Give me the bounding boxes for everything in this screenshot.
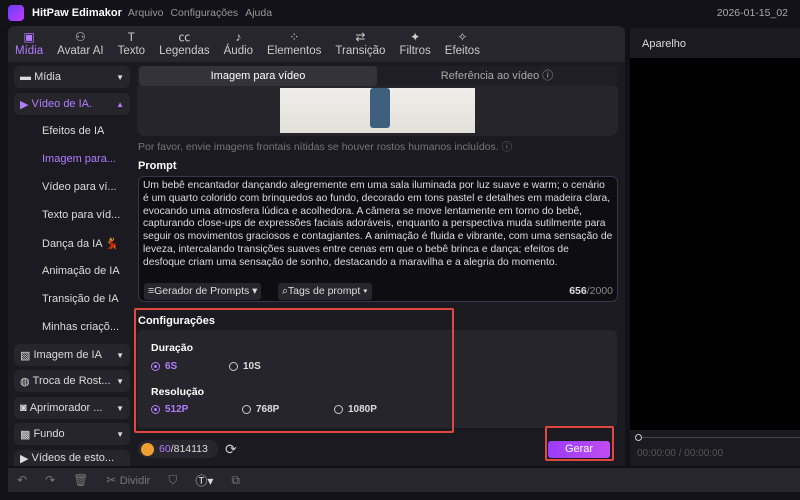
elements-icon: ⁘ (289, 30, 300, 44)
filters-icon: ✦ (410, 30, 421, 44)
credits-total: /814113 (170, 443, 208, 455)
sidebar: ▬ Mídia ▼ ▶ Vídeo de IA. ▲ Efeitos de IA I… (8, 62, 130, 466)
sidebar-item-image-to-video[interactable]: Imagem para... (42, 153, 116, 165)
text-icon: T (127, 30, 136, 44)
enhancer-icon: ◙ (20, 402, 30, 414)
sidebar-item-my-creations[interactable]: Minhas criaçõ... (42, 321, 119, 333)
background-icon: ▩ (20, 428, 34, 441)
menu-arquivo[interactable]: Arquivo (128, 7, 164, 19)
chevron-down-icon: ▼ (116, 403, 124, 413)
image-subject (370, 88, 390, 128)
tool-audio[interactable]: ♪ Áudio (217, 26, 260, 62)
image-icon: ▧ (20, 349, 34, 362)
project-name: 2026-01-15_02 (716, 7, 788, 19)
settings-highlight (134, 308, 454, 433)
timeline-toolbar: ↶ ↷ 🗑 ✂ Dividir ⛉ Ⓣ▾ ⧉ (8, 468, 800, 492)
generate-highlight (545, 426, 614, 461)
sidebar-item-ai-dance[interactable]: Dança da IA 💃 (42, 237, 119, 250)
tool-captions[interactable]: ㏄ Legendas (152, 26, 217, 62)
preview-header: Aparelho (630, 28, 800, 58)
undo-icon[interactable]: ↶ (17, 473, 27, 487)
effects-icon: ✧ (457, 30, 468, 44)
menu-ajuda[interactable]: Ajuda (245, 7, 272, 19)
upload-notice: Por favor, envie imagens frontais nítida… (138, 141, 513, 153)
sidebar-group-media[interactable]: ▬ Mídia ▼ (14, 66, 130, 88)
sidebar-item-ai-effects[interactable]: Efeitos de IA (42, 125, 104, 137)
credits-used: 60 (159, 443, 171, 455)
sidebar-group-face-swap[interactable]: ◍ Troca de Rost... ▼ (14, 370, 130, 392)
sidebar-group-stock-videos[interactable]: ▶ Vídeos de esto... (14, 450, 130, 466)
main-toolbar: ▣ Mídia ⚇ Avatar AI T Texto ㏄ Legendas ♪ Áudi… (8, 26, 625, 62)
sidebar-item-video-to-video[interactable]: Vídeo para ví... (42, 181, 117, 193)
prompt-text[interactable]: Um bebê encantador dançando alegremente … (143, 180, 613, 270)
sidebar-item-ai-transition[interactable]: Transição de IA (42, 293, 119, 305)
redo-icon[interactable]: ↷ (45, 473, 55, 487)
ai-coin-icon (141, 442, 154, 456)
tab-video-reference[interactable]: Referência ao vídeo ⓘ (377, 66, 617, 86)
face-icon: ◍ (20, 375, 33, 388)
tool-media[interactable]: ▣ Mídia (8, 26, 50, 62)
sidebar-item-text-to-video[interactable]: Texto para víd... (42, 209, 120, 221)
text-tool-icon[interactable]: Ⓣ▾ (195, 472, 213, 489)
chevron-down-icon: ▼ (116, 429, 124, 439)
transition-icon: ⇄ (355, 30, 366, 44)
prompt-generator-button[interactable]: ≡Gerador de Prompts ▾ (144, 283, 262, 300)
refresh-icon[interactable]: ⟳ (225, 441, 237, 458)
tool-text[interactable]: T Texto (111, 26, 153, 62)
char-count-max: /2000 (586, 285, 613, 297)
video-ai-icon: ▶ (20, 98, 32, 111)
tab-image-to-video[interactable]: Imagem para vídeo (139, 66, 377, 86)
chevron-down-icon: ▼ (116, 72, 124, 82)
preview-panel (630, 28, 800, 466)
screenshot-icon[interactable]: ⧉ (231, 473, 240, 488)
tool-elements[interactable]: ⁘ Elementos (260, 26, 328, 62)
chevron-down-icon: ▼ (116, 350, 124, 360)
playhead-handle[interactable] (635, 434, 642, 441)
progress-track[interactable] (642, 437, 800, 438)
sidebar-group-enhancer[interactable]: ◙ Aprimorador ... ▼ (14, 397, 130, 419)
sidebar-group-ai-image[interactable]: ▧ Imagem de IA ▼ (14, 344, 130, 366)
tool-effects[interactable]: ✧ Efeitos (438, 26, 487, 62)
sidebar-group-background[interactable]: ▩ Fundo ▼ (14, 423, 130, 445)
audio-icon: ♪ (235, 30, 242, 44)
split-label: Dividir (119, 475, 151, 487)
shield-icon[interactable]: ⛉ (168, 473, 177, 488)
captions-icon: ㏄ (178, 30, 191, 44)
delete-icon[interactable]: 🗑 (73, 473, 88, 487)
chevron-down-icon: ▼ (116, 376, 124, 386)
play-icon: ▶ (20, 452, 32, 465)
menu-configuracoes[interactable]: Configurações (170, 7, 238, 19)
split-button[interactable]: ✂ Dividir (106, 473, 150, 487)
app-name: HitPaw Edimakor (32, 7, 122, 19)
tool-transition[interactable]: ⇄ Transição (328, 26, 392, 62)
sidebar-group-ai-video[interactable]: ▶ Vídeo de IA. ▲ (14, 93, 130, 115)
avatar-icon: ⚇ (74, 30, 86, 44)
media-icon: ▣ (23, 30, 35, 44)
prompt-textarea[interactable]: Um bebê encantador dançando alegremente … (138, 176, 618, 302)
prompt-label: Prompt (138, 160, 177, 172)
credits-badge: 60/814113 (138, 440, 218, 458)
mode-tabs: Imagem para vídeo Referência ao vídeo ⓘ (137, 66, 618, 86)
tool-avatar[interactable]: ⚇ Avatar AI (50, 26, 110, 62)
sidebar-item-ai-animation[interactable]: Animação de IA (42, 265, 120, 277)
playback-bar: 00:00:00 / 00:00:00 (630, 430, 800, 466)
char-count-value: 656 (569, 285, 587, 297)
tool-filters[interactable]: ✦ Filtros (392, 26, 437, 62)
folder-icon: ▬ (20, 71, 35, 83)
title-bar: HitPaw Edimakor Arquivo Configurações Aj… (0, 0, 800, 26)
prompt-tags-button[interactable]: ⌕Tags de prompt ▾ (278, 283, 372, 300)
chevron-up-icon: ▲ (116, 99, 124, 109)
app-logo (8, 5, 24, 21)
char-count: 656/2000 (569, 285, 613, 297)
playback-time: 00:00:00 / 00:00:00 (637, 448, 724, 459)
